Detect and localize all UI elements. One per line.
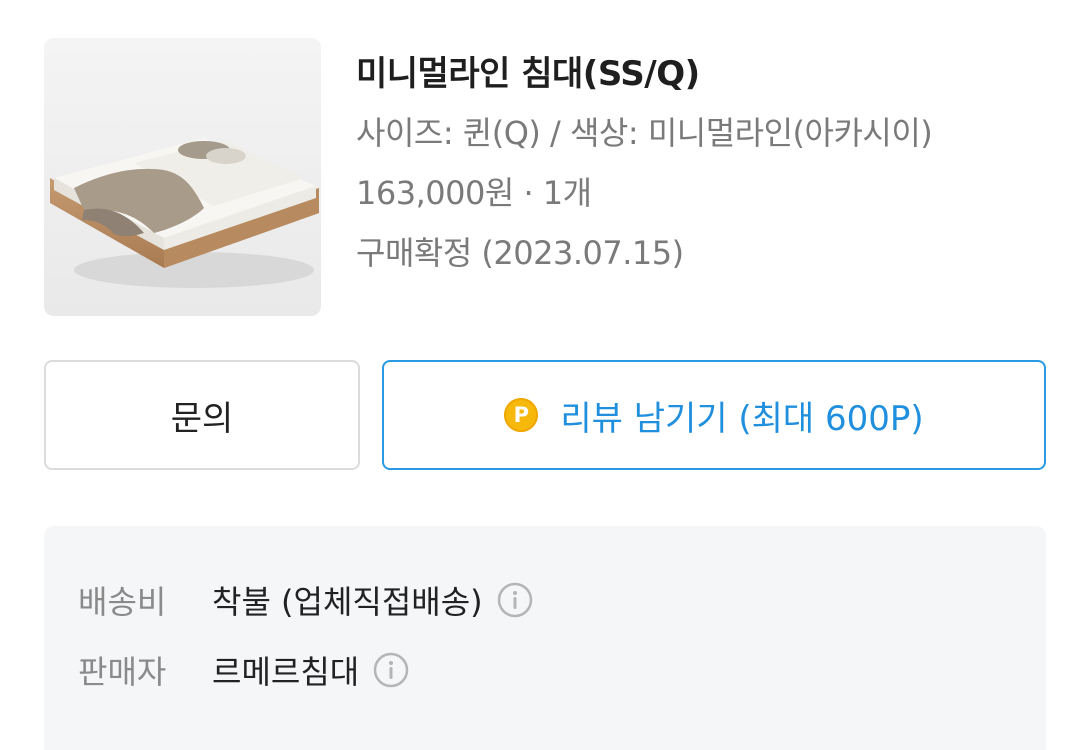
- shipping-fee-value: 착불 (업체직접배송): [212, 583, 483, 621]
- delivery-info-panel: 배송비 착불 (업체직접배송) 판매자 르메르침대: [44, 526, 1046, 750]
- info-icon[interactable]: [497, 582, 533, 618]
- seller-info-icon[interactable]: [373, 652, 409, 688]
- seller-row: 판매자 르메르침대: [78, 646, 409, 694]
- seller-value[interactable]: 르메르침대: [212, 647, 359, 693]
- product-thumbnail[interactable]: [44, 38, 321, 316]
- seller-label: 판매자: [78, 653, 167, 691]
- shipping-fee-label: 배송비: [78, 583, 167, 621]
- write-review-label: 리뷰 남기기 (최대 600P): [560, 398, 924, 439]
- point-coin-icon: P: [504, 398, 539, 432]
- inquiry-button[interactable]: 문의: [44, 360, 360, 470]
- order-item: 미니멀라인 침대(SS/Q) 사이즈: 퀸(Q) / 색상: 미니멀라인(아카시…: [44, 38, 1046, 316]
- write-review-button[interactable]: P 리뷰 남기기 (최대 600P): [382, 360, 1046, 470]
- bed-image: [44, 38, 321, 316]
- inquiry-button-label: 문의: [170, 398, 234, 439]
- shipping-fee-row: 배송비 착불 (업체직접배송): [78, 576, 533, 624]
- product-options: 사이즈: 퀸(Q) / 색상: 미니멀라인(아카시이): [356, 114, 933, 152]
- order-status: 구매확정 (2023.07.15): [356, 234, 684, 272]
- product-title[interactable]: 미니멀라인 침대(SS/Q): [356, 46, 700, 95]
- product-price-quantity: 163,000원 · 1개: [356, 174, 592, 212]
